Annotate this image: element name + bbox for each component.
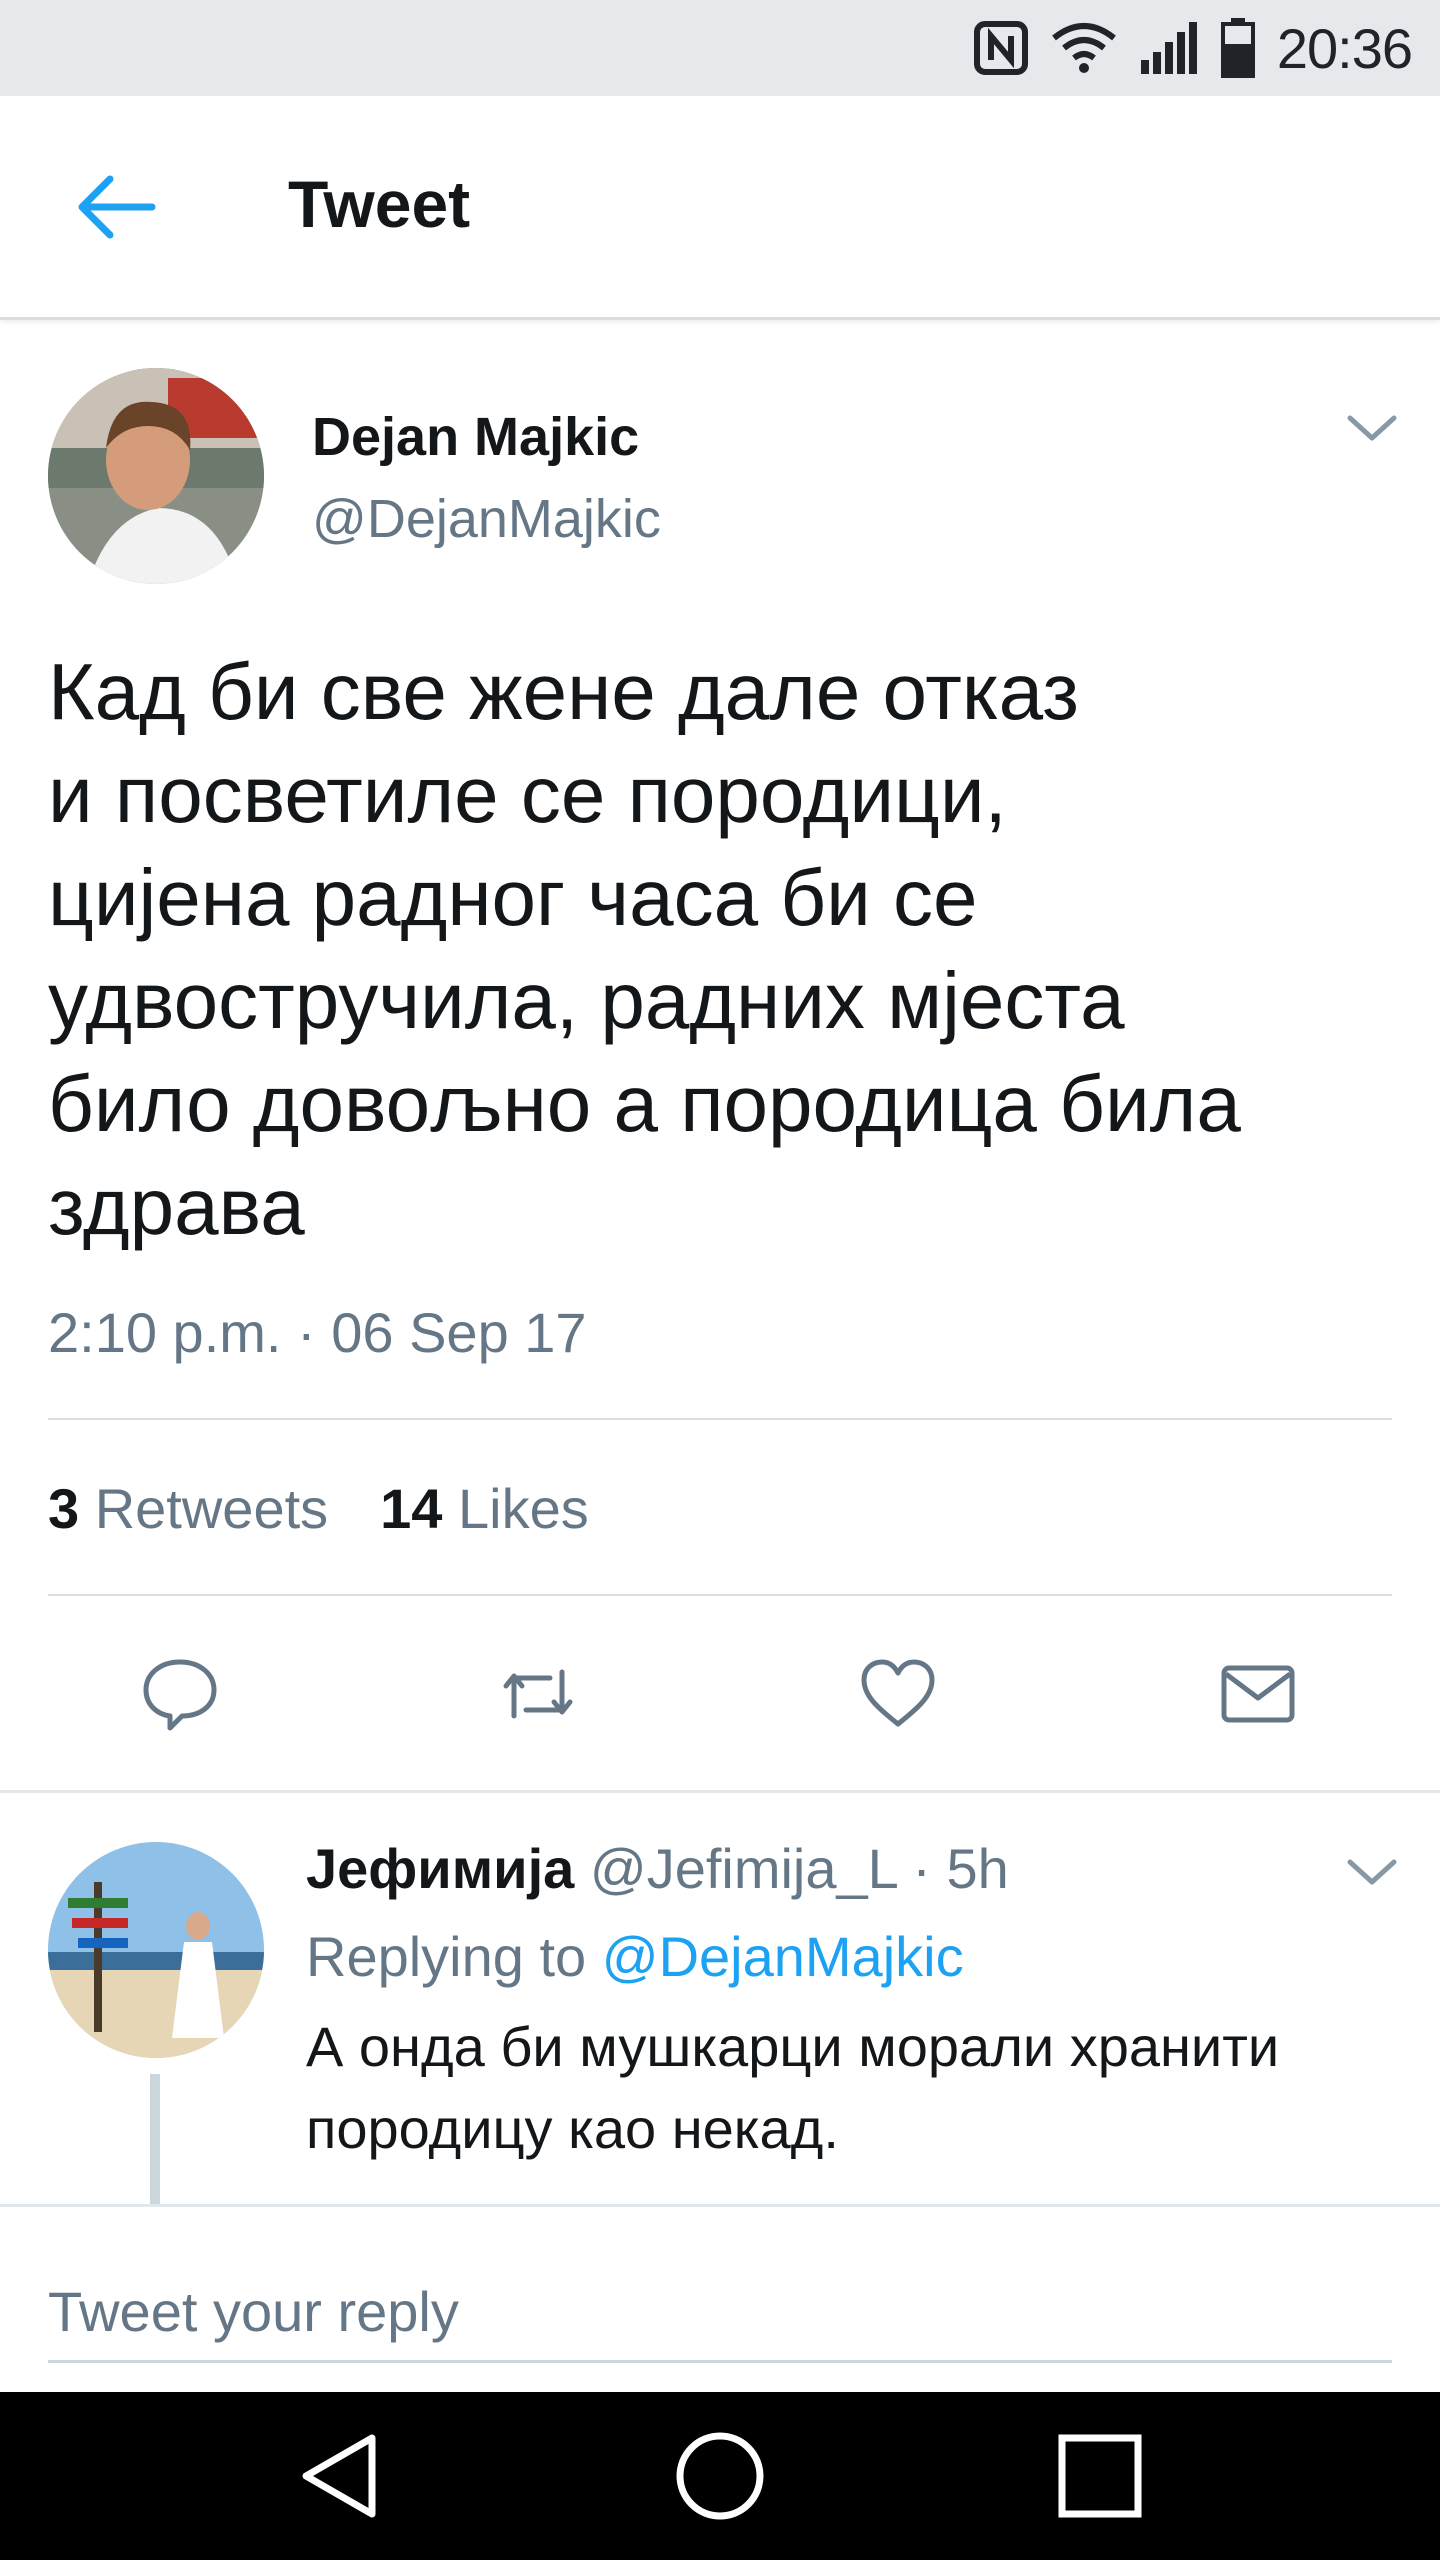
app-header: Tweet (0, 96, 1440, 320)
wifi-icon (1051, 23, 1116, 73)
retweet-icon[interactable] (498, 1654, 578, 1734)
likes-label: Likes (458, 1477, 589, 1540)
reply-input[interactable] (48, 2263, 1392, 2363)
likes-stat[interactable]: 14 Likes (380, 1476, 589, 1541)
system-nav-bar (0, 2392, 1440, 2560)
likes-count: 14 (380, 1477, 443, 1540)
replying-to: Replying to @DejanMajkic (306, 1924, 964, 1989)
retweets-label: Retweets (94, 1477, 329, 1540)
chevron-down-icon[interactable] (1342, 408, 1402, 448)
reply-compose-bar (0, 2204, 1440, 2392)
tweet-timestamp: 2:10 p.m. · 06 Sep 17 (48, 1301, 587, 1364)
reply-header: Јефимија @Jefimija_L · 5h (306, 1836, 1009, 1901)
status-icons: 20:36 (973, 16, 1413, 80)
direct-message-icon[interactable] (1218, 1654, 1298, 1734)
reply-text: А онда би мушкарци морали хранити породи… (306, 2015, 1280, 2160)
divider (48, 1594, 1392, 1596)
author-name[interactable]: Dejan Majkic (312, 406, 639, 468)
nav-home-icon[interactable] (670, 2426, 770, 2526)
reply-author-name[interactable]: Јефимија (306, 1837, 574, 1900)
replying-to-link[interactable]: @DejanMajkic (602, 1925, 964, 1988)
nav-recents-icon[interactable] (1050, 2426, 1150, 2526)
like-icon[interactable] (858, 1654, 938, 1734)
reply-icon[interactable] (140, 1654, 220, 1734)
reply-author-handle[interactable]: @Jefimija_L (590, 1837, 897, 1900)
page-title: Tweet (288, 167, 471, 241)
thread-line (150, 2074, 160, 2204)
section-separator (0, 1790, 1440, 1793)
back-arrow-icon[interactable] (70, 162, 160, 252)
chevron-down-icon[interactable] (1342, 1852, 1402, 1892)
screen: 20:36 Tweet Dejan Majkic @DejanMajkic Ка… (0, 0, 1440, 2560)
tweet-stats: 3 Retweets 14 Likes (48, 1476, 589, 1541)
author-handle[interactable]: @DejanMajkic (312, 488, 661, 550)
retweets-count: 3 (48, 1477, 80, 1540)
tweet-text: Кад би све жене дале отказ и посветиле с… (48, 647, 1241, 1251)
nav-back-icon[interactable] (292, 2426, 392, 2526)
status-time: 20:36 (1276, 16, 1413, 80)
divider (48, 1418, 1392, 1420)
signal-icon (1140, 22, 1197, 74)
reply-author-avatar[interactable] (48, 1842, 264, 2058)
status-bar: 20:36 (0, 0, 1440, 96)
author-avatar[interactable] (48, 368, 264, 584)
reply-dot-separator: · (912, 1837, 931, 1900)
battery-icon (1220, 18, 1255, 78)
nfc-icon (973, 21, 1028, 75)
retweets-stat[interactable]: 3 Retweets (48, 1476, 328, 1541)
reply-age: 5h (946, 1837, 1009, 1900)
replying-to-label: Replying to (306, 1925, 587, 1988)
